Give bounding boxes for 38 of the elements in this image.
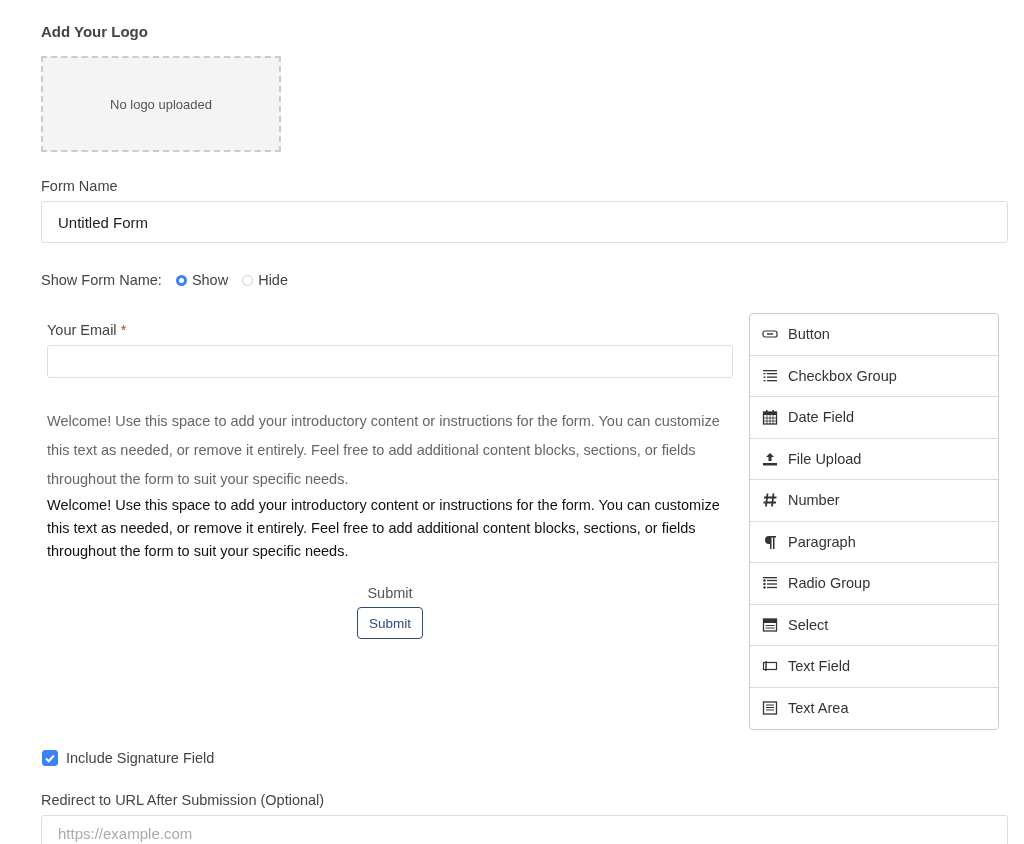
show-form-name-label: Show Form Name: <box>41 272 162 288</box>
dropdown-icon <box>762 616 778 633</box>
signature-checkbox[interactable] <box>42 750 58 766</box>
palette-item[interactable]: File Upload <box>750 438 998 480</box>
redirect-label: Redirect to URL After Submission (Optional) <box>41 792 326 808</box>
palette-item[interactable]: Text Field <box>750 646 998 688</box>
signature-label: Include Signature Field <box>66 750 215 766</box>
text-area-icon <box>762 700 778 717</box>
logo-empty-text: No logo uploaded <box>110 96 212 112</box>
intro-paragraph: Welcome! Use this space to add your introductory content or instructions for the form. You can customize this text as needed, or remove it entirely. Feel free to add additional content blocks, sections, or fields throughout the form to suit your specific needs. <box>47 496 721 561</box>
palette-item[interactable]: Checkbox Group <box>750 355 998 397</box>
calendar-icon <box>762 409 778 426</box>
palette-item[interactable]: Number <box>750 480 998 522</box>
submit-label: Submit <box>367 585 413 601</box>
checklist-icon <box>762 367 778 384</box>
radio-option[interactable]: Hide <box>242 272 288 288</box>
intro-paragraph: Welcome! Use this space to add your introductory content or instructions for the form. You can customize this text as needed, or remove it entirely. Feel free to add additional content blocks, sections, or fields throughout the form to suit your specific needs. <box>47 412 721 489</box>
radio-option[interactable]: Show <box>175 272 229 288</box>
required-mark: * <box>120 322 127 338</box>
form-name-input[interactable]: Untitled Form <box>41 201 1008 243</box>
redirect-url-input[interactable]: https://example.com <box>41 815 1008 844</box>
logo-dropzone[interactable]: No logo uploaded <box>41 56 281 152</box>
email-input[interactable] <box>47 345 733 378</box>
palette-item[interactable]: Button <box>750 314 998 356</box>
radio-icon[interactable] <box>175 274 187 286</box>
palette-item[interactable]: Paragraph <box>750 521 998 563</box>
palette-item[interactable]: Text Area <box>750 687 998 729</box>
logo-heading: Add Your Logo <box>41 23 149 40</box>
palette-item[interactable]: Radio Group <box>750 563 998 605</box>
pilcrow-icon <box>762 533 778 550</box>
form-name-label: Form Name <box>41 178 119 194</box>
palette-item[interactable]: Select <box>750 604 998 646</box>
upload-icon <box>762 450 778 467</box>
email-label: Your Email <box>47 322 117 338</box>
palette-item[interactable]: Date Field <box>750 397 998 439</box>
hash-icon <box>762 492 778 509</box>
list-icon <box>762 575 778 592</box>
submit-button[interactable]: Submit <box>357 607 423 639</box>
